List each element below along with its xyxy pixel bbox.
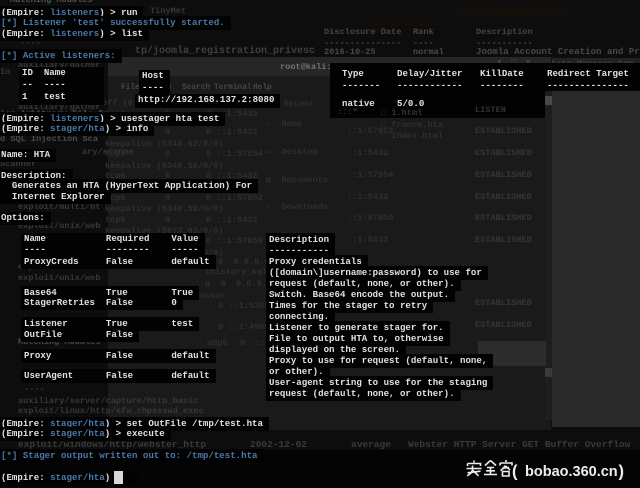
svg-text:bobao.360.cn: bobao.360.cn bbox=[525, 464, 618, 480]
svg-text:(: ( bbox=[512, 463, 518, 481]
svg-text:): ) bbox=[619, 463, 625, 481]
